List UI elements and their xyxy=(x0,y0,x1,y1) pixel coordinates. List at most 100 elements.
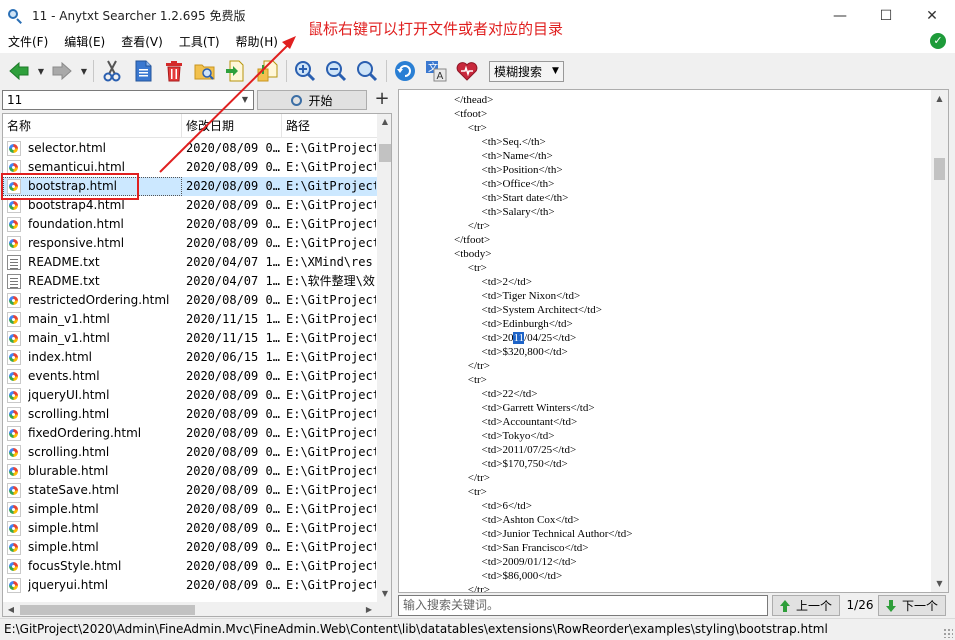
table-row[interactable]: main_v1.html 2020/11/15 1… E:\GitProject xyxy=(3,329,377,348)
table-row[interactable]: scrolling.html 2020/08/09 0… E:\GitProject xyxy=(3,443,377,462)
close-button[interactable]: ✕ xyxy=(909,0,955,31)
table-row[interactable]: main_v1.html 2020/11/15 1… E:\GitProject xyxy=(3,310,377,329)
zoom-reset-button[interactable] xyxy=(354,58,380,84)
table-row[interactable]: responsive.html 2020/08/09 0… E:\GitProjec… xyxy=(3,234,377,253)
table-row[interactable]: restrictedOrdering.html 2020/08/09 0… E:\G… xyxy=(3,291,377,310)
column-path[interactable]: 路径 xyxy=(282,114,377,138)
table-row[interactable]: jqueryUI.html 2020/08/09 0… E:\GitProject xyxy=(3,386,377,405)
delete-button[interactable] xyxy=(161,58,187,84)
search-input[interactable]: 11 ▼ xyxy=(2,90,254,110)
table-row[interactable]: scrolling.html 2020/08/09 0… E:\GitProject xyxy=(3,405,377,424)
file-date: 2020/04/07 1… xyxy=(186,274,280,288)
table-row[interactable]: selector.html 2020/08/09 0… E:\GitProject xyxy=(3,139,377,158)
forward-button[interactable] xyxy=(49,58,75,84)
list-horizontal-scrollbar[interactable]: ◀ ▶ xyxy=(3,602,377,616)
table-row[interactable]: events.html 2020/08/09 0… E:\GitProject xyxy=(3,367,377,386)
cut-button[interactable] xyxy=(99,58,125,84)
menu-file[interactable]: 文件(F) xyxy=(0,31,56,53)
forward-dropdown[interactable]: ▼ xyxy=(80,58,88,84)
list-rows: selector.html 2020/08/09 0… E:\GitProject s… xyxy=(3,139,377,595)
code-line: <td>22</td> xyxy=(399,388,538,400)
code-line: <td>$86,000</td> xyxy=(399,570,563,582)
file-name: main_v1.html xyxy=(28,312,110,326)
code-line: <td>2</td> xyxy=(399,276,532,288)
file-date: 2020/08/09 0… xyxy=(186,236,280,250)
table-row[interactable]: blurable.html 2020/08/09 0… E:\GitProject xyxy=(3,462,377,481)
resize-grip-icon[interactable] xyxy=(943,628,953,638)
preview-panel[interactable]: </thead> <tfoot> <tr> <th>Seq.</th> <th>… xyxy=(398,89,949,593)
file-name: events.html xyxy=(28,369,100,383)
file-date: 2020/08/09 0… xyxy=(186,388,280,402)
back-dropdown[interactable]: ▼ xyxy=(37,58,45,84)
table-row[interactable]: jqueryui.html 2020/08/09 0… E:\GitProject xyxy=(3,576,377,595)
table-row[interactable]: stateSave.html 2020/08/09 0… E:\GitProject xyxy=(3,481,377,500)
open-folder-button[interactable] xyxy=(192,58,218,84)
file-date: 2020/08/09 0… xyxy=(186,179,280,193)
start-search-button[interactable]: 开始 xyxy=(257,90,367,110)
refresh-button[interactable] xyxy=(392,58,418,84)
file-name: main_v1.html xyxy=(28,331,110,345)
find-previous-button[interactable]: 上一个 xyxy=(772,595,840,616)
magnifier-icon xyxy=(357,61,378,82)
code-line: <th>Seq.</th> xyxy=(399,136,546,148)
table-row[interactable]: simple.html 2020/08/09 0… E:\GitProject xyxy=(3,519,377,538)
menu-tools[interactable]: 工具(T) xyxy=(171,31,228,53)
minimize-button[interactable]: — xyxy=(817,0,863,31)
maximize-button[interactable]: ☐ xyxy=(863,0,909,31)
column-date[interactable]: 修改日期 xyxy=(182,114,282,138)
find-next-button[interactable]: 下一个 xyxy=(878,595,946,616)
table-row[interactable]: README.txt 2020/04/07 1… E:\XMind\res xyxy=(3,253,377,272)
preview-vertical-scrollbar[interactable]: ▲ ▼ xyxy=(931,90,948,592)
scroll-down-icon[interactable]: ▼ xyxy=(931,575,948,592)
zoom-out-button[interactable] xyxy=(323,58,349,84)
annotation-highlight-box xyxy=(1,173,139,200)
scroll-down-icon[interactable]: ▼ xyxy=(377,586,391,602)
add-condition-button[interactable]: + xyxy=(372,89,392,111)
file-date: 2020/08/09 0… xyxy=(186,217,280,231)
translate-button[interactable]: 文A xyxy=(423,58,449,84)
back-button[interactable] xyxy=(6,58,32,84)
file-name: index.html xyxy=(28,350,92,364)
search-mode-select[interactable]: 模糊搜索 ▼ xyxy=(489,60,564,82)
scroll-left-icon[interactable]: ◀ xyxy=(3,602,19,616)
file-path: E:\GitProject xyxy=(286,540,376,554)
table-row[interactable]: focusStyle.html 2020/08/09 0… E:\GitProjec… xyxy=(3,557,377,576)
copy-button[interactable] xyxy=(130,58,156,84)
file-date: 2020/08/09 0… xyxy=(186,369,280,383)
find-keyword-input[interactable]: 输入搜索关键词。 xyxy=(398,595,768,616)
table-row[interactable]: README.txt 2020/04/07 1… E:\软件整理\效 xyxy=(3,272,377,291)
table-row[interactable]: simple.html 2020/08/09 0… E:\GitProject xyxy=(3,538,377,557)
donate-button[interactable] xyxy=(454,58,480,84)
search-input-value: 11 xyxy=(7,93,23,107)
find-bar: 输入搜索关键词。 上一个 1/26 下一个 xyxy=(398,595,949,616)
html-file-icon xyxy=(7,388,21,403)
table-row[interactable]: index.html 2020/06/15 1… E:\GitProject xyxy=(3,348,377,367)
search-hit-highlight: 11 xyxy=(513,332,525,344)
zoom-in-button[interactable] xyxy=(292,58,318,84)
scroll-right-icon[interactable]: ▶ xyxy=(361,602,377,616)
preview-scroll-thumb[interactable] xyxy=(934,158,945,180)
list-hscroll-thumb[interactable] xyxy=(20,605,195,615)
column-name[interactable]: 名称 xyxy=(3,114,182,138)
menu-edit[interactable]: 编辑(E) xyxy=(56,31,113,53)
table-row[interactable]: foundation.html 2020/08/09 0… E:\GitProjec… xyxy=(3,215,377,234)
export-button[interactable] xyxy=(223,58,249,84)
code-line: <tr> xyxy=(399,486,487,498)
import-button[interactable] xyxy=(254,58,280,84)
menu-view[interactable]: 查看(V) xyxy=(113,31,171,53)
html-file-icon xyxy=(7,559,21,574)
code-line: <td>Edinburgh</td> xyxy=(399,318,573,330)
menu-help[interactable]: 帮助(H) xyxy=(228,31,286,53)
scroll-up-icon[interactable]: ▲ xyxy=(377,114,391,130)
search-history-dropdown[interactable]: ▼ xyxy=(237,91,253,109)
list-vertical-scrollbar[interactable]: ▲ ▼ xyxy=(377,114,391,602)
table-row[interactable]: simple.html 2020/08/09 0… E:\GitProject xyxy=(3,500,377,519)
table-row[interactable]: fixedOrdering.html 2020/08/09 0… E:\GitPro… xyxy=(3,424,377,443)
scroll-up-icon[interactable]: ▲ xyxy=(931,90,948,107)
file-date: 2020/11/15 1… xyxy=(186,331,280,345)
list-scroll-thumb[interactable] xyxy=(379,144,391,162)
code-line: <tbody> xyxy=(399,248,492,260)
html-file-icon xyxy=(7,369,21,384)
html-file-icon xyxy=(7,198,21,213)
folder-search-icon xyxy=(194,64,215,80)
